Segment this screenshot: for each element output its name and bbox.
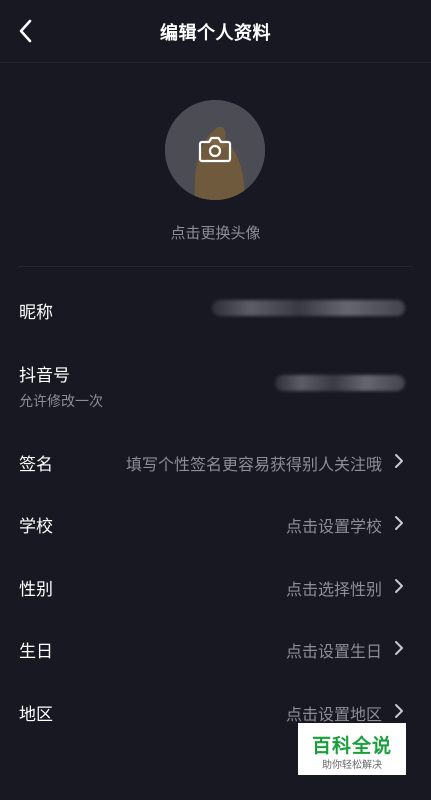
region-label: 地区 bbox=[19, 705, 53, 725]
signature-placeholder: 填写个性签名更容易获得别人关注哦 bbox=[125, 455, 382, 474]
watermark-logo: 百科全说 助你轻松解决 bbox=[298, 723, 406, 775]
douyin-id-hint: 允许修改一次 bbox=[19, 394, 103, 410]
gender-row[interactable]: 性别 点击选择性别 bbox=[0, 575, 431, 615]
nickname-row[interactable]: 昵称 bbox=[0, 298, 431, 338]
chevron-right-icon bbox=[395, 579, 403, 593]
top-bar: 编辑个人资料 bbox=[0, 0, 431, 63]
signature-row[interactable]: 签名 填写个性签名更容易获得别人关注哦 bbox=[0, 450, 431, 490]
divider bbox=[18, 266, 413, 267]
nickname-value-blurred bbox=[212, 300, 405, 316]
douyin-id-row[interactable]: 抖音号 允许修改一次 bbox=[0, 361, 431, 411]
change-avatar-label[interactable]: 点击更换头像 bbox=[0, 222, 431, 243]
birthday-row[interactable]: 生日 点击设置生日 bbox=[0, 637, 431, 677]
birthday-label: 生日 bbox=[19, 642, 53, 662]
chevron-right-icon bbox=[395, 641, 403, 655]
watermark-subtitle: 助你轻松解决 bbox=[322, 760, 382, 771]
birthday-placeholder: 点击设置生日 bbox=[285, 642, 382, 661]
chevron-right-icon bbox=[395, 516, 403, 530]
douyin-id-label: 抖音号 bbox=[19, 366, 70, 386]
gender-label: 性别 bbox=[19, 580, 53, 600]
chevron-right-icon bbox=[395, 704, 403, 718]
douyin-id-value-blurred bbox=[275, 375, 405, 391]
watermark-title: 百科全说 bbox=[311, 735, 392, 757]
chevron-right-icon bbox=[395, 454, 403, 468]
school-placeholder: 点击设置学校 bbox=[285, 517, 382, 536]
school-row[interactable]: 学校 点击设置学校 bbox=[0, 512, 431, 552]
region-placeholder: 点击设置地区 bbox=[285, 705, 382, 724]
signature-label: 签名 bbox=[19, 455, 53, 475]
avatar[interactable] bbox=[165, 100, 265, 200]
school-label: 学校 bbox=[19, 517, 53, 537]
camera-icon bbox=[198, 136, 232, 163]
page-title: 编辑个人资料 bbox=[160, 23, 271, 44]
gender-placeholder: 点击选择性别 bbox=[285, 580, 382, 599]
nickname-label: 昵称 bbox=[19, 303, 53, 323]
